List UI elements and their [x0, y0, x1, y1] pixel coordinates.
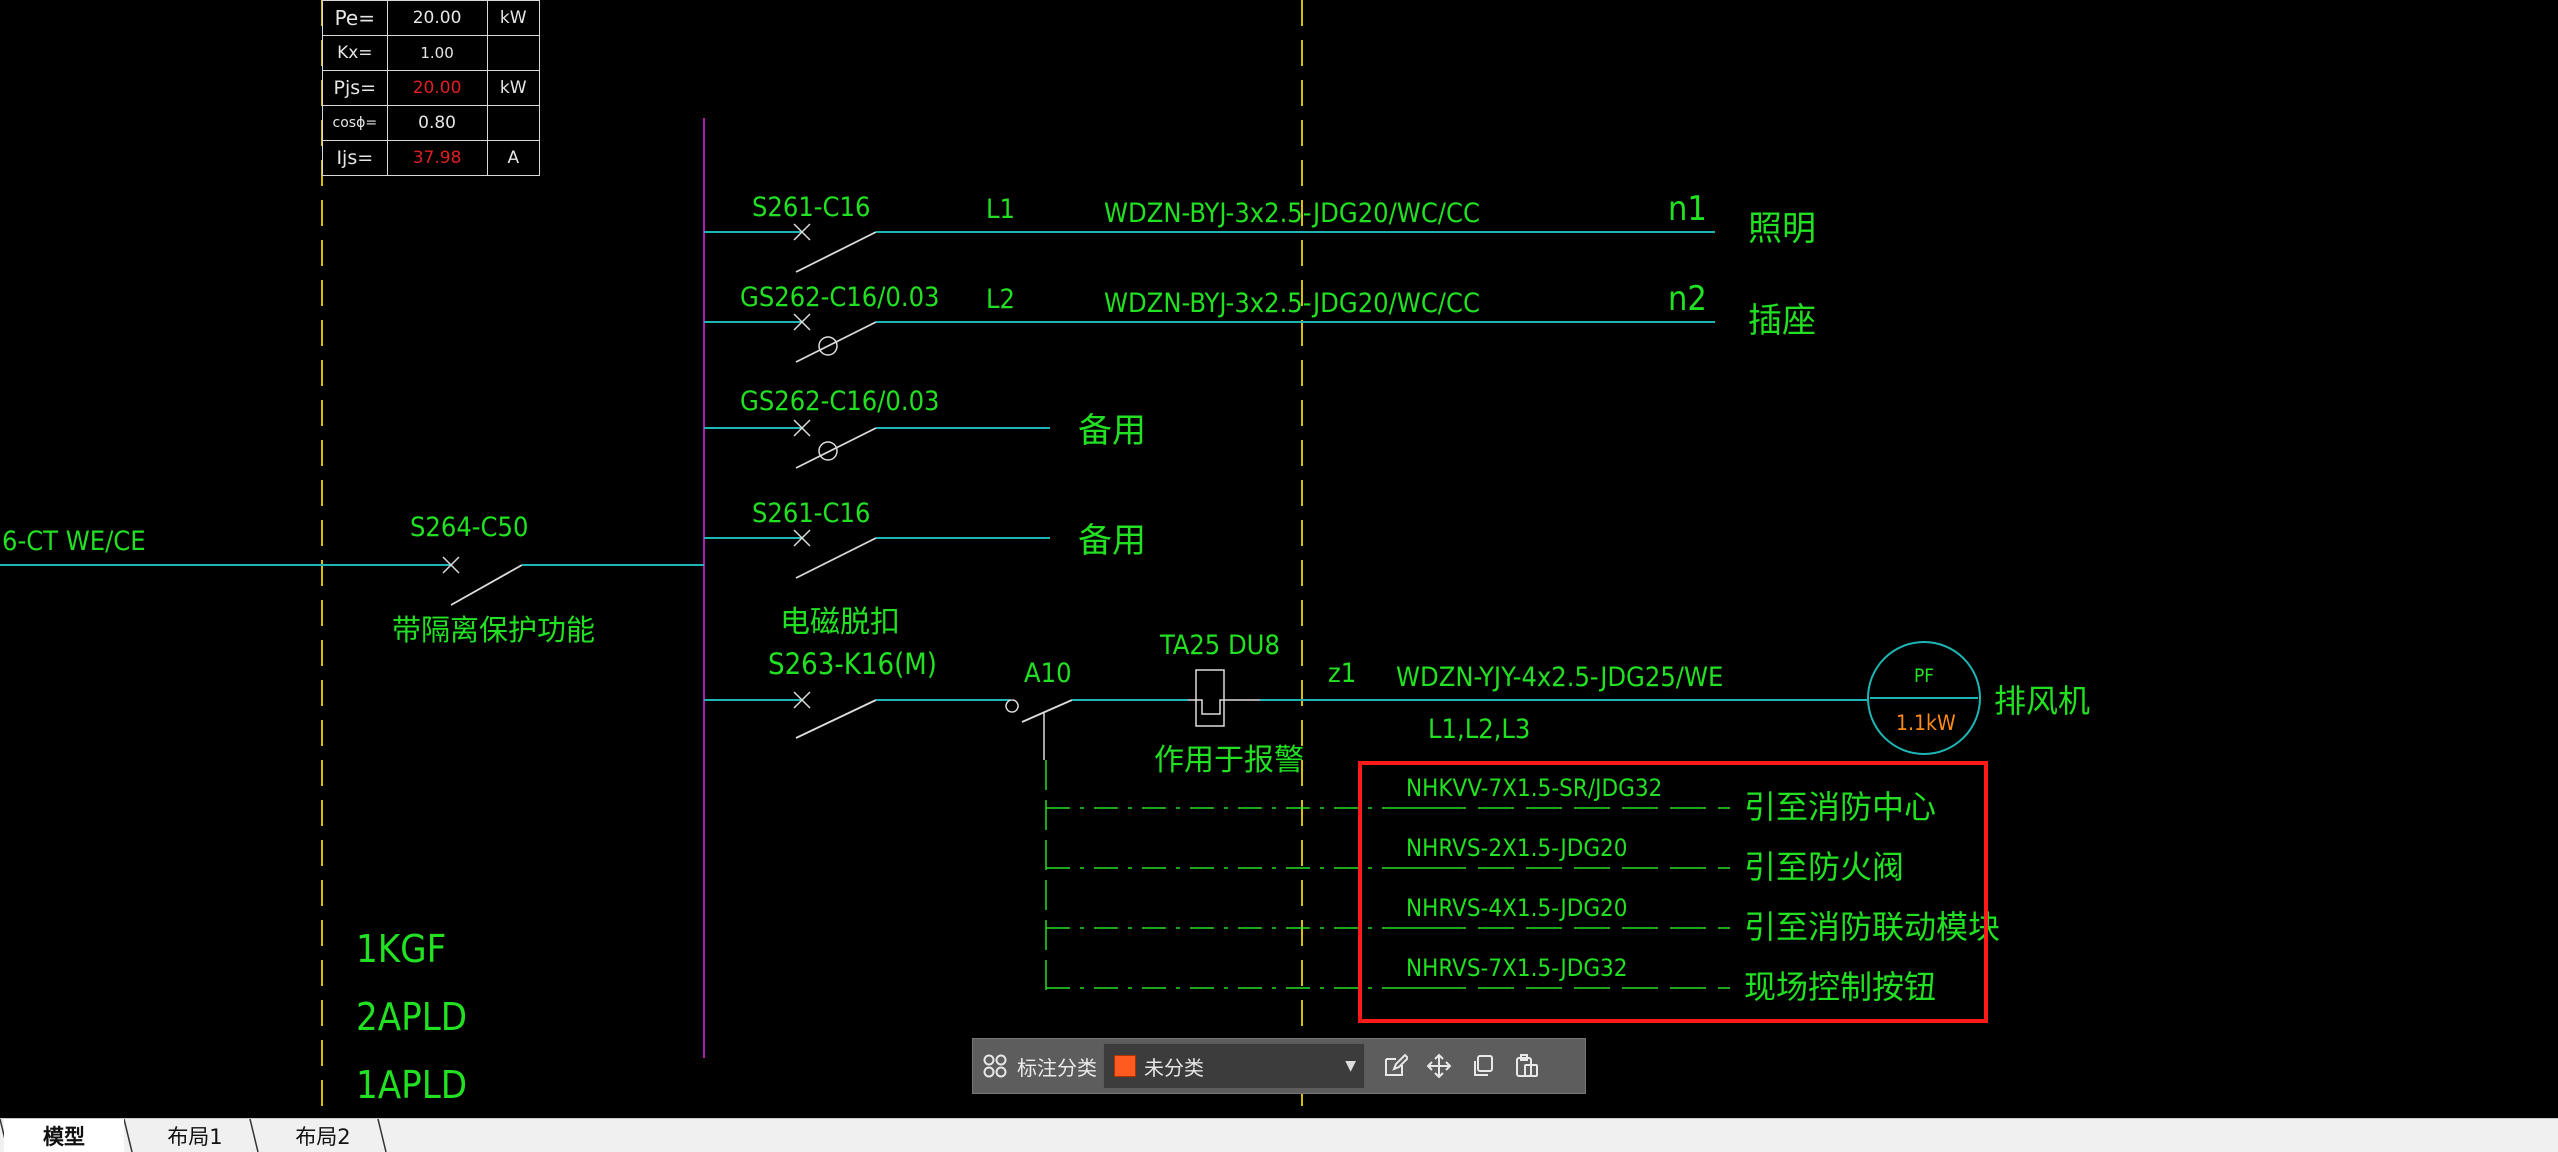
- chevron-down-icon: ▼: [1345, 1058, 1356, 1074]
- circuit-5-phases: L1,L2,L3: [1428, 714, 1530, 745]
- circuit-2-phase: L2: [986, 284, 1015, 315]
- tab-layout2[interactable]: 布局2: [260, 1119, 386, 1152]
- table-row: Pe= 20.00 kW: [322, 0, 541, 36]
- circuit-2-cable: WDZN-BYJ-3x2.5-JDG20/WC/CC: [1104, 288, 1480, 319]
- edit-icon[interactable]: [1373, 1044, 1417, 1088]
- control-line-1-dest: 引至消防中心: [1744, 788, 1936, 826]
- circuit-1-wiring[interactable]: [704, 223, 1715, 273]
- control-line-3-cable: NHRVS-4X1.5-JDG20: [1406, 894, 1628, 922]
- category-select-value: 未分类: [1144, 1055, 1204, 1080]
- tab-layout1[interactable]: 布局1: [132, 1119, 258, 1152]
- circuit-5-id: z1: [1328, 658, 1356, 689]
- table-value: 20.00: [386, 70, 488, 106]
- table-unit: [486, 35, 541, 71]
- table-value: 37.98: [386, 140, 488, 176]
- circuit-1-phase: L1: [986, 194, 1015, 225]
- table-row: cosϕ= 0.80: [322, 105, 541, 141]
- circuit-2-breaker: GS262-C16/0.03: [740, 282, 940, 313]
- table-unit: A: [486, 140, 541, 176]
- motor-power: 1.1kW: [1896, 711, 1956, 735]
- circuit-5-trip-note: 电磁脱扣: [780, 605, 900, 640]
- table-row: Ijs= 37.98 A: [322, 140, 541, 176]
- table-value: 20.00: [386, 0, 488, 36]
- table-row: Kx= 1.00: [322, 35, 541, 71]
- circuit-2-load: 插座: [1748, 301, 1816, 341]
- incoming-breaker-label: S264-C50: [410, 512, 528, 543]
- panel-label-2apld: 2APLD: [356, 995, 467, 1039]
- table-label: Kx=: [322, 35, 388, 71]
- move-icon[interactable]: [1417, 1044, 1461, 1088]
- circuit-4-load: 备用: [1078, 521, 1146, 561]
- copy-icon[interactable]: [1461, 1044, 1505, 1088]
- circuit-1-load: 照明: [1748, 209, 1816, 249]
- tab-model[interactable]: 模型: [4, 1119, 124, 1152]
- table-unit: kW: [486, 0, 541, 36]
- category-color-swatch: [1114, 1055, 1136, 1077]
- load-calc-table: Pe= 20.00 kW Kx= 1.00 Pjs= 20.00 kW cosϕ…: [322, 0, 541, 176]
- circuit-5-load: 排风机: [1994, 682, 2090, 720]
- circuit-4-breaker: S261-C16: [752, 498, 870, 529]
- control-line-4-dest: 现场控制按钮: [1744, 968, 1936, 1006]
- paste-icon[interactable]: [1505, 1044, 1549, 1088]
- circuit-3-breaker: GS262-C16/0.03: [740, 386, 940, 417]
- table-row: Pjs= 20.00 kW: [322, 70, 541, 106]
- circuit-4-wiring[interactable]: [704, 529, 1050, 579]
- control-line-2-dest: 引至防火阀: [1744, 848, 1904, 886]
- panel-label-1apld: 1APLD: [356, 1063, 467, 1107]
- table-unit: kW: [486, 70, 541, 106]
- circuit-5-breaker: S263-K16(M): [768, 647, 937, 681]
- table-unit: [486, 105, 541, 141]
- table-label: Pe=: [322, 0, 388, 36]
- circuit-2-id: n2: [1668, 279, 1707, 319]
- incoming-note-label: 带隔离保护功能: [392, 613, 595, 647]
- annotation-category-label: 标注分类: [1017, 1055, 1097, 1080]
- control-line-1-cable: NHKVV-7X1.5-SR/JDG32: [1406, 774, 1662, 802]
- circuit-5-relay: TA25 DU8: [1159, 630, 1280, 661]
- circuit-5-relay-note: 作用于报警: [1154, 743, 1304, 778]
- grid-icon[interactable]: [973, 1044, 1017, 1088]
- table-value: 0.80: [386, 105, 488, 141]
- incoming-feeder[interactable]: [0, 556, 704, 606]
- circuit-3-load: 备用: [1078, 411, 1146, 451]
- table-label: Ijs=: [322, 140, 388, 176]
- table-label: Pjs=: [322, 70, 388, 106]
- control-line-4-cable: NHRVS-7X1.5-JDG32: [1406, 954, 1628, 982]
- incoming-cable-label: 6-CT WE/CE: [2, 526, 146, 557]
- table-value: 1.00: [386, 35, 488, 71]
- table-label: cosϕ=: [322, 105, 388, 141]
- circuit-2-wiring[interactable]: [704, 313, 1715, 363]
- circuit-3-wiring[interactable]: [704, 419, 1050, 469]
- motor-code: PF: [1914, 665, 1934, 687]
- control-line-3-dest: 引至消防联动模块: [1744, 908, 2000, 946]
- circuit-5-cable: WDZN-YJY-4x2.5-JDG25/WE: [1396, 662, 1723, 693]
- circuit-5-contactor: A10: [1024, 658, 1072, 689]
- control-line-2-cable: NHRVS-2X1.5-JDG20: [1406, 834, 1628, 862]
- layout-tab-bar: 模型 布局1 布局2: [0, 1118, 2558, 1152]
- circuit-1-breaker: S261-C16: [752, 192, 870, 223]
- circuit-1-cable: WDZN-BYJ-3x2.5-JDG20/WC/CC: [1104, 198, 1480, 229]
- panel-label-1kgf: 1KGF: [356, 927, 446, 971]
- circuit-1-id: n1: [1668, 189, 1707, 229]
- annotation-category-select[interactable]: 未分类 ▼: [1103, 1043, 1365, 1089]
- annotation-toolbar: 标注分类 未分类 ▼: [972, 1038, 1586, 1094]
